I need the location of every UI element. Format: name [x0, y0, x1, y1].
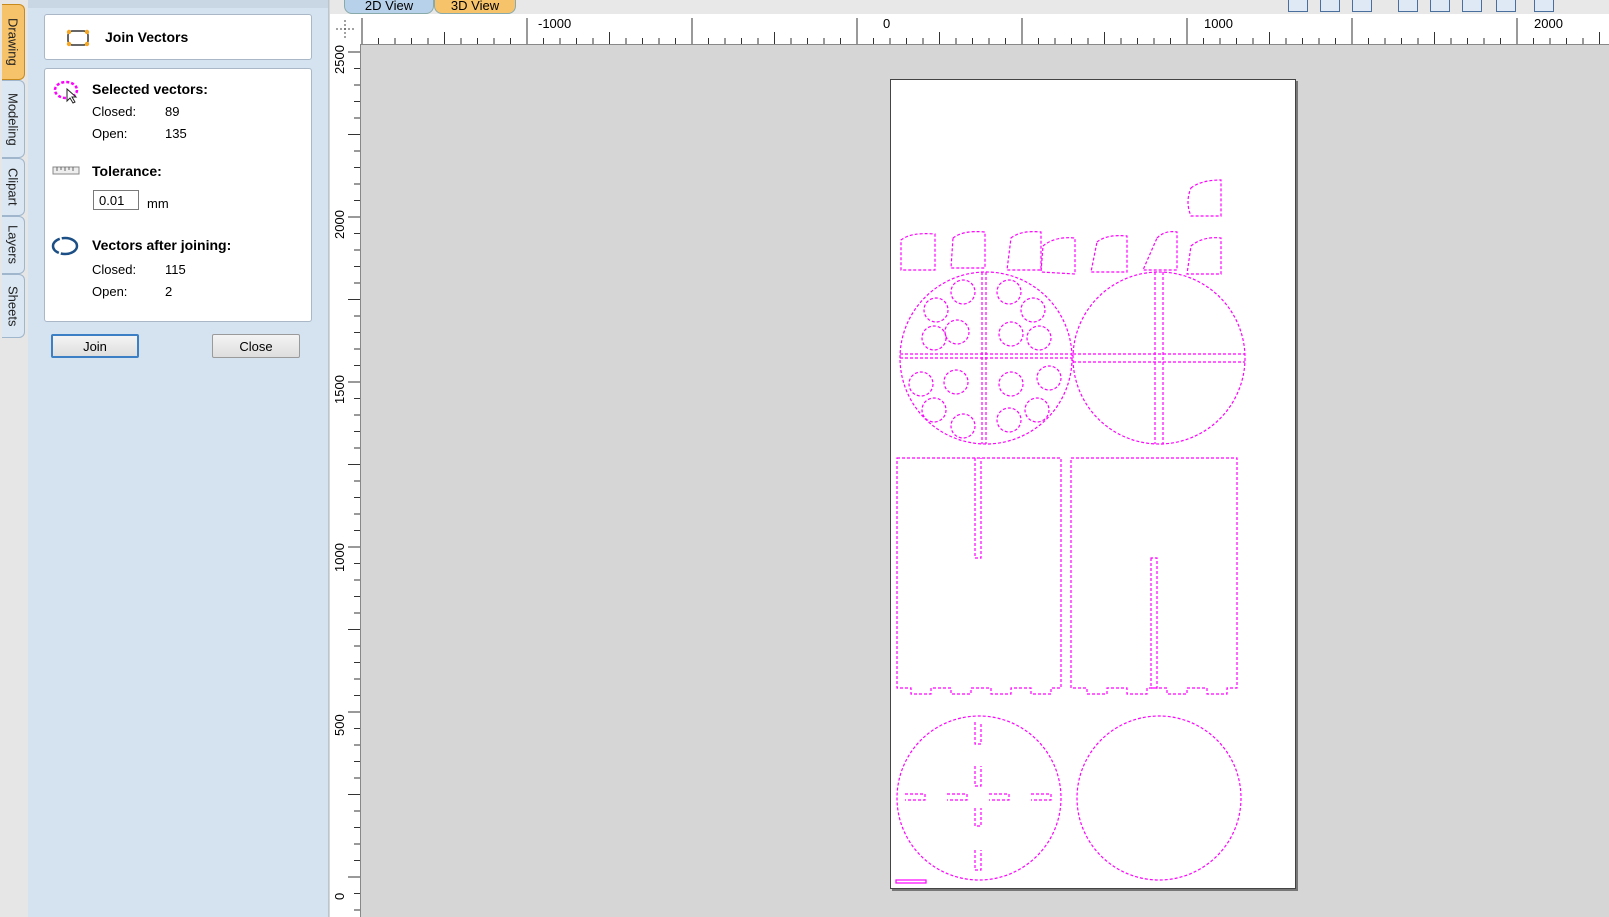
vector-piece [896, 715, 1062, 881]
selected-open-label: Open: [92, 126, 128, 141]
tab-layers[interactable]: Layers [2, 216, 25, 274]
tab-sheets-label: Sheets [5, 285, 21, 327]
vector-piece [905, 793, 1052, 801]
selected-vectors-icon [53, 80, 79, 104]
tab-clipart-label: Clipart [5, 168, 21, 206]
join-vectors-panel: Join Vectors Selected vectors: Closed: 8… [28, 0, 329, 917]
ruler-icon [52, 166, 80, 175]
tolerance-input[interactable] [93, 190, 139, 210]
ruler-h-label: 2000 [1534, 16, 1563, 31]
vector-piece [1070, 457, 1238, 695]
tab-modeling[interactable]: Modeling [2, 80, 25, 158]
vector-drawing[interactable] [891, 80, 1295, 888]
tab-clipart[interactable]: Clipart [2, 158, 25, 216]
vector-piece [1186, 237, 1222, 275]
selected-vectors-heading: Selected vectors: [92, 81, 208, 97]
tab-layers-label: Layers [5, 225, 21, 265]
vector-piece [1040, 237, 1076, 275]
ruler-v-label: 1500 [332, 375, 347, 404]
vector-piece [900, 272, 1072, 444]
tab-2d-view[interactable]: 2D View [344, 0, 434, 14]
toolbar-icon-6[interactable] [1496, 0, 1516, 12]
vector-piece [1142, 231, 1178, 271]
panel-title-box: Join Vectors [44, 14, 312, 60]
ruler-h-label: 1000 [1204, 16, 1233, 31]
vertical-ruler: 2500 2000 1500 1000 500 0 [330, 44, 361, 917]
selected-open-value: 135 [165, 126, 187, 141]
ruler-v-label: 2000 [332, 210, 347, 239]
side-tab-strip: Drawing Modeling Clipart Layers Sheets [0, 0, 29, 917]
selected-closed-value: 89 [165, 104, 180, 119]
join-button[interactable]: Join [51, 334, 139, 358]
vector-piece [1187, 179, 1222, 217]
vector-info-box: Selected vectors: Closed: 89 Open: 135 T… [44, 68, 312, 322]
toolbar-icon-1[interactable] [1288, 0, 1308, 12]
material-sheet[interactable] [890, 79, 1296, 889]
after-open-label: Open: [92, 284, 128, 299]
ruler-v-label: 1000 [332, 543, 347, 572]
selected-closed-label: Closed: [92, 104, 137, 119]
ruler-h-label: 0 [883, 16, 891, 31]
panel-title: Join Vectors [105, 29, 189, 45]
vector-piece [1073, 272, 1245, 444]
tab-sheets[interactable]: Sheets [2, 274, 25, 338]
ruler-h-label: -1000 [538, 16, 572, 31]
vector-piece [974, 722, 982, 871]
toolbar-icon-3[interactable] [1398, 0, 1418, 12]
vector-piece [974, 458, 982, 559]
vector-piece [1090, 235, 1128, 273]
vertical-ruler-ticks [348, 51, 360, 911]
join-vectors-icon [66, 29, 90, 47]
vector-piece [1150, 557, 1158, 689]
after-closed-value: 115 [165, 262, 186, 277]
tolerance-heading: Tolerance: [92, 163, 162, 179]
tab-drawing[interactable]: Drawing [2, 4, 25, 80]
view-tab-bar: 2D View 3D View [330, 0, 1609, 15]
tab-3d-view[interactable]: 3D View [434, 0, 516, 14]
vector-piece [950, 231, 986, 269]
vector-piece [895, 879, 927, 884]
toolbar-icon-5[interactable] [1462, 0, 1482, 12]
after-joining-heading: Vectors after joining: [92, 237, 232, 253]
grid-icon[interactable] [1352, 0, 1372, 12]
toolbar-icon-2[interactable] [1320, 0, 1340, 12]
ruler-origin-corner[interactable] [330, 14, 361, 45]
joined-vectors-icon [51, 236, 79, 256]
close-button[interactable]: Close [212, 334, 300, 358]
horizontal-ruler: -1000 0 1000 2000 [360, 14, 1609, 45]
vector-piece [896, 457, 1062, 695]
vector-piece [1006, 231, 1042, 271]
after-open-value: 2 [165, 284, 173, 299]
toolbar-icon-4[interactable] [1430, 0, 1450, 12]
after-closed-label: Closed: [92, 262, 137, 277]
tab-3d-view-label: 3D View [450, 0, 500, 13]
vector-piece [1072, 271, 1246, 445]
toolbar-icon-7[interactable] [1534, 0, 1554, 12]
vector-piece [1076, 715, 1242, 881]
panel-header-strip [28, 0, 328, 8]
tab-2d-view-label: 2D View [364, 0, 414, 13]
tab-drawing-label: Drawing [5, 18, 21, 66]
ruler-v-label: 500 [332, 714, 347, 736]
ruler-v-label: 0 [332, 892, 347, 900]
ruler-v-label: 2500 [332, 45, 347, 74]
vector-holes [908, 279, 1062, 439]
tolerance-unit: mm [147, 196, 169, 211]
crosshair-icon [336, 20, 354, 38]
tab-modeling-label: Modeling [5, 92, 21, 146]
vector-piece [900, 233, 936, 271]
